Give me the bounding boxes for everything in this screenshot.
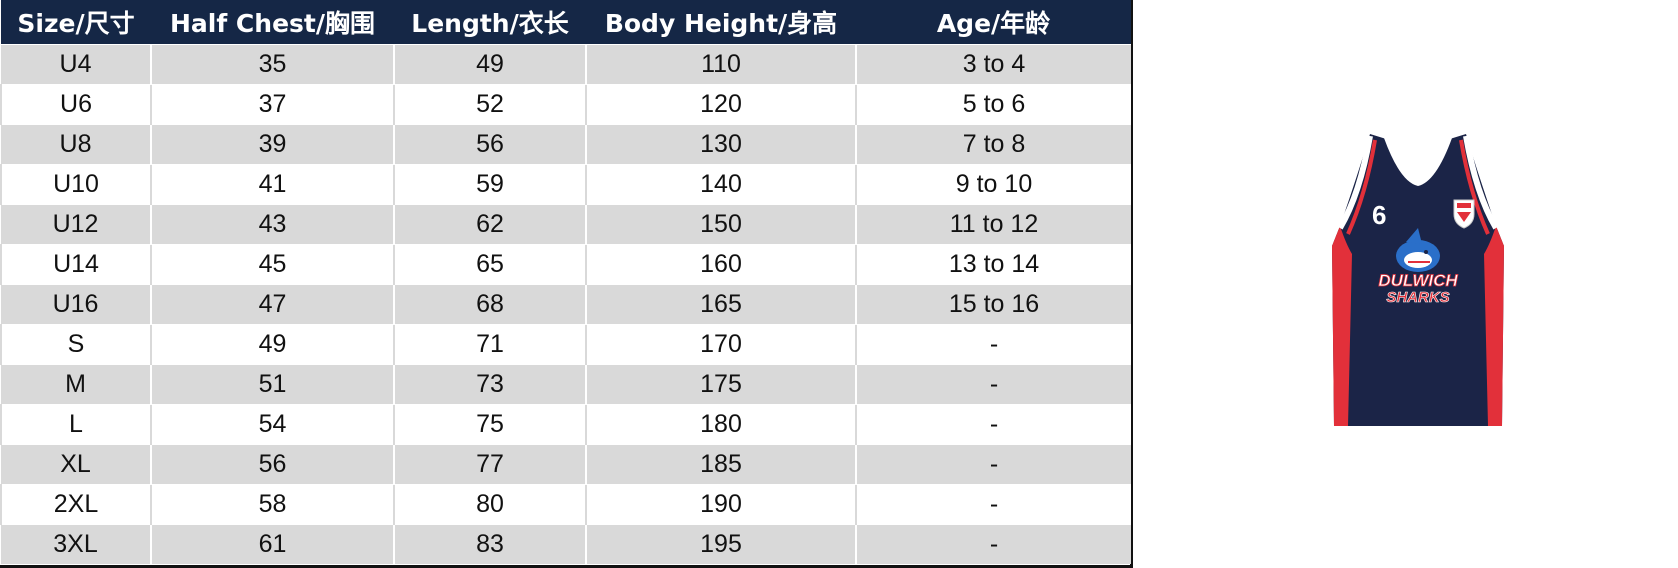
table-row: U14 45 65 160 13 to 14 [0,243,1131,284]
cell-body-height: 165 [585,283,856,324]
header-body-height: Body Height/身高 [604,8,838,38]
table-row: U10 41 59 140 9 to 10 [0,163,1131,204]
cell-size: L [0,403,151,444]
table-row: 2XL 58 80 190- [0,483,1131,524]
cell-length: 75 [393,403,586,444]
cell-body-height: 130 [585,123,856,164]
cell-body-height: 150 [585,203,856,244]
cell-half-chest: 58 [150,483,394,524]
cell-age: - [855,483,1131,524]
cell-half-chest: 39 [150,123,394,164]
logo-line-2: SHARKS [1386,289,1449,306]
table-row: U16 47 68 165 15 to 16 [1,283,1131,324]
header-half-chest: Half Chest/胸围 [169,8,375,38]
table-body: U4 35 49 110 3 to 4 U6 37 52 120 5 to 6 U8 39 56 130 7… [0,43,1131,564]
cell-age: 15 to 16 [855,283,1131,324]
cell-size: U4 [1,43,151,84]
cell-age: - [855,363,1131,404]
cell-length: 52 [393,83,586,124]
cell-size: U8 [1,123,151,164]
cell-half-chest: 51 [150,363,394,404]
basketball-jersey-image: 6 DULWICH SHARKS [1332,134,1504,426]
header-length: Length/衣长 [411,8,569,38]
cell-size: U12 [1,203,151,244]
cell-half-chest: 47 [150,283,394,324]
cell-age: 9 to 10 [855,163,1131,204]
size-table: Size/尺寸 Half Chest/胸围 Length/衣长 Body Hei… [0,0,1131,564]
cell-half-chest: 43 [150,203,394,244]
cell-half-chest: 37 [150,83,394,124]
cell-body-height: 140 [585,163,856,204]
table-row: M 51 73 175- [1,363,1131,404]
header-age: Age/年龄 [936,8,1051,38]
table-row: U12 43 62 150 11 to 12 [1,203,1131,244]
table-row: XL 56 77 185- [1,443,1131,484]
cell-length: 49 [393,43,586,84]
cell-half-chest: 56 [150,443,394,484]
table-header-row: Size/尺寸 Half Chest/胸围 Length/衣长 Body Hei… [1,0,1131,44]
cell-age: 11 to 12 [855,203,1131,244]
cell-length: 65 [393,243,586,284]
cell-body-height: 170 [585,323,856,364]
cell-age: 5 to 6 [855,83,1131,124]
cell-size: 2XL [0,483,151,524]
table-row: 3XL 61 83 195- [1,523,1131,564]
cell-body-height: 180 [585,403,856,444]
table-row: L 54 75 180- [0,403,1131,444]
table-row: S 49 71 170- [0,323,1131,364]
cell-body-height: 160 [585,243,856,284]
jersey-number: 6 [1372,200,1386,230]
logo-line-1: DULWICH [1378,271,1458,290]
cell-length: 68 [393,283,586,324]
cell-body-height: 110 [585,43,856,84]
cell-body-height: 185 [585,443,856,484]
table-row: U8 39 56 130 7 to 8 [1,123,1131,164]
cell-body-height: 190 [585,483,856,524]
cell-body-height: 120 [585,83,856,124]
cell-length: 71 [393,323,586,364]
crest-icon [1453,199,1475,229]
cell-age: 7 to 8 [855,123,1131,164]
cell-age: - [855,443,1131,484]
table-row: U6 37 52 120 5 to 6 [0,83,1131,124]
cell-size: 3XL [1,523,151,564]
cell-size: XL [1,443,151,484]
cell-size: S [0,323,151,364]
cell-half-chest: 54 [150,403,394,444]
cell-size: U10 [0,163,151,204]
cell-length: 59 [393,163,586,204]
cell-length: 73 [393,363,586,404]
cell-half-chest: 45 [150,243,394,284]
cell-half-chest: 49 [150,323,394,364]
cell-half-chest: 35 [150,43,394,84]
cell-age: - [855,523,1131,564]
cell-body-height: 175 [585,363,856,404]
size-chart: Size/尺寸 Half Chest/胸围 Length/衣长 Body Hei… [0,0,1133,568]
table-row: U4 35 49 110 3 to 4 [1,43,1131,84]
cell-size: U16 [1,283,151,324]
size-chart-page: Size/尺寸 Half Chest/胸围 Length/衣长 Body Hei… [0,0,1678,568]
cell-age: 3 to 4 [855,43,1131,84]
header-size: Size/尺寸 [17,8,135,38]
cell-length: 62 [393,203,586,244]
cell-length: 56 [393,123,586,164]
cell-size: M [1,363,151,404]
cell-size: U14 [0,243,151,284]
cell-length: 83 [393,523,586,564]
cell-half-chest: 41 [150,163,394,204]
cell-length: 80 [393,483,586,524]
cell-size: U6 [0,83,151,124]
cell-half-chest: 61 [150,523,394,564]
cell-age: - [855,323,1131,364]
cell-age: - [855,403,1131,444]
cell-length: 77 [393,443,586,484]
cell-body-height: 195 [585,523,856,564]
cell-age: 13 to 14 [855,243,1131,284]
